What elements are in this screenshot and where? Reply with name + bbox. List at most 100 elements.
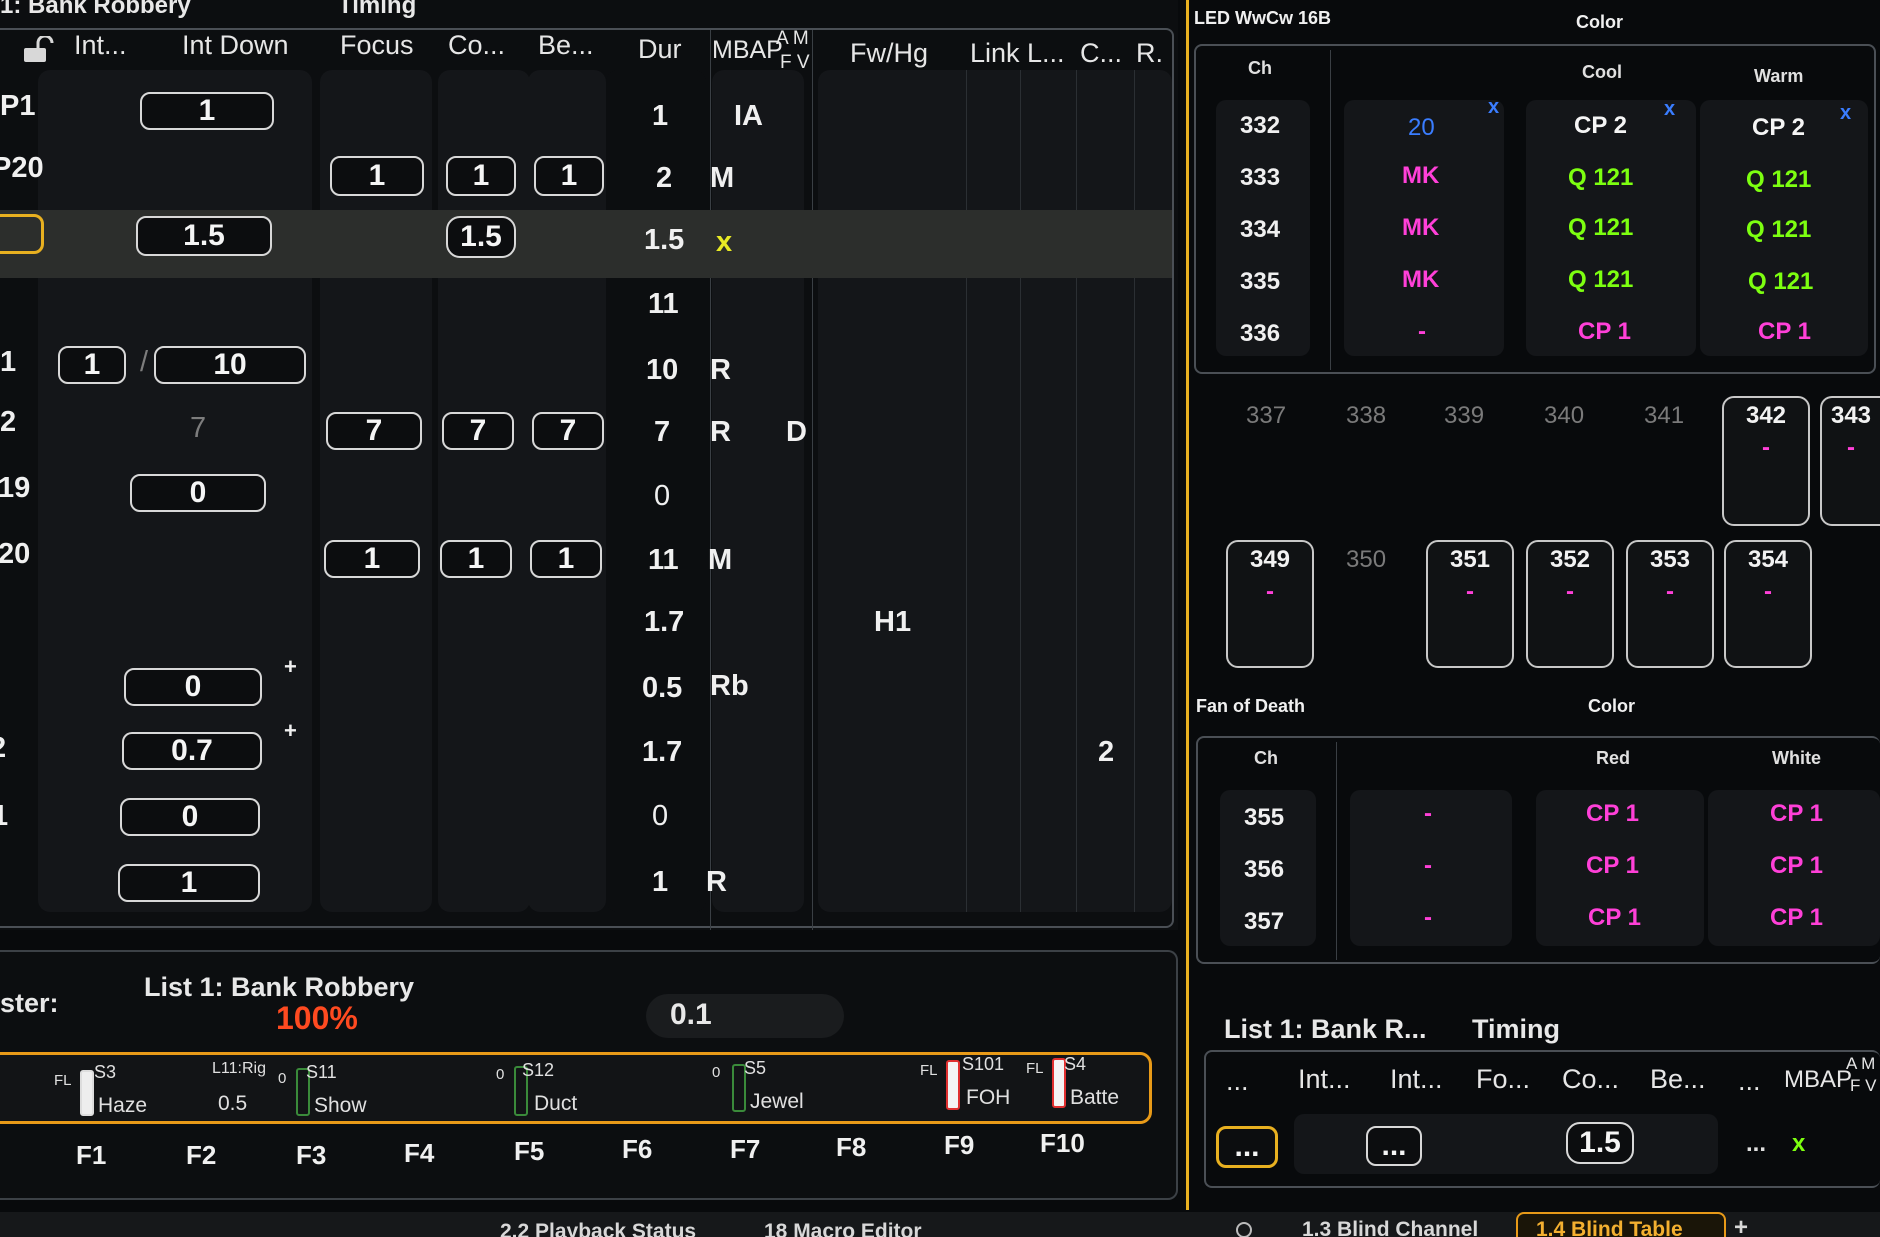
fan-header-red: Red: [1596, 748, 1631, 768]
channel-tile[interactable]: 342 -: [1722, 396, 1810, 526]
tab-playback-status[interactable]: 2.2 Playback Status: [500, 1220, 696, 1237]
header-r[interactable]: R.: [1136, 38, 1163, 69]
color-value[interactable]: 7: [442, 412, 514, 450]
int-down-value[interactable]: 10: [154, 346, 306, 384]
channel-tile[interactable]: 349 -: [1226, 540, 1314, 668]
mbap-value: M: [708, 544, 733, 576]
led-ch: 332: [1240, 112, 1281, 139]
channel-dim[interactable]: 337: [1246, 402, 1286, 430]
channel-dim[interactable]: 339: [1444, 402, 1484, 430]
focus-value[interactable]: 1: [324, 540, 420, 578]
mini-header-focus[interactable]: Fo...: [1476, 1064, 1530, 1095]
led-x-mark: x: [1840, 102, 1852, 124]
int-down-value[interactable]: 0: [124, 668, 262, 706]
fkey-f10[interactable]: F10: [1040, 1128, 1085, 1159]
fkey-f2[interactable]: F2: [186, 1140, 216, 1171]
mini-header-int[interactable]: Int...: [1298, 1064, 1351, 1095]
fader-sub: S5: [744, 1058, 767, 1078]
mini-color-value[interactable]: 1.5: [1566, 1122, 1634, 1164]
channel-tile[interactable]: 343 -: [1820, 396, 1880, 526]
beam-value[interactable]: 1: [530, 540, 602, 578]
channel-dim[interactable]: 341: [1644, 402, 1684, 430]
beam-value[interactable]: 1: [534, 156, 604, 196]
channel-dim[interactable]: 350: [1346, 546, 1386, 574]
channel-tile[interactable]: 354 -: [1724, 540, 1812, 668]
int-separator: /: [140, 346, 149, 378]
int-down-value[interactable]: 1: [118, 864, 260, 902]
fkey-f1[interactable]: F1: [76, 1140, 106, 1171]
fader-name: Haze: [98, 1094, 148, 1117]
led-value: MK: [1402, 162, 1440, 189]
dur-value: 7: [654, 416, 671, 448]
lock-icon[interactable]: [20, 34, 56, 62]
fkey-f8[interactable]: F8: [836, 1132, 866, 1163]
cue-label: P20: [0, 152, 44, 184]
mini-int-down-button[interactable]: ...: [1366, 1126, 1422, 1166]
color-value[interactable]: 1.5: [446, 216, 516, 258]
header-fwhg[interactable]: Fw/Hg: [850, 38, 928, 69]
header-beam[interactable]: Be...: [538, 30, 594, 61]
fkey-f4[interactable]: F4: [404, 1138, 434, 1169]
header-c[interactable]: C...: [1080, 38, 1122, 69]
channel-number: 349: [1249, 546, 1291, 573]
mini-header-mbap[interactable]: MBAP: [1784, 1066, 1852, 1094]
mini-cue-button[interactable]: ...: [1216, 1126, 1278, 1168]
fan-white: CP 1: [1770, 904, 1823, 931]
tab-blind-channel[interactable]: 1.3 Blind Channel: [1302, 1218, 1478, 1237]
led-header-warm: Warm: [1754, 66, 1804, 86]
beam-value[interactable]: 7: [532, 412, 604, 450]
tab-blind-table[interactable]: 1.4 Blind Table: [1536, 1218, 1683, 1237]
mini-header-int-down[interactable]: Int...: [1390, 1064, 1443, 1095]
channel-tile[interactable]: 351 -: [1426, 540, 1514, 668]
header-dur[interactable]: Dur: [638, 34, 682, 65]
selected-cue-marker[interactable]: [0, 214, 44, 254]
focus-value[interactable]: 1: [330, 156, 424, 196]
channel-dim[interactable]: 338: [1346, 402, 1386, 430]
header-color[interactable]: Co...: [448, 30, 505, 61]
led-warm: Q 121: [1746, 216, 1812, 243]
fkey-f5[interactable]: F5: [514, 1136, 544, 1167]
settings-icon[interactable]: [1232, 1218, 1256, 1237]
led-ch: 336: [1240, 320, 1281, 347]
led-warm: CP 2: [1752, 114, 1805, 141]
channel-tile[interactable]: 353 -: [1626, 540, 1714, 668]
channel-tile[interactable]: 352 -: [1526, 540, 1614, 668]
header-focus[interactable]: Focus: [340, 30, 414, 61]
int-down-value[interactable]: 1: [140, 92, 274, 130]
mini-header-beam[interactable]: Be...: [1650, 1064, 1706, 1095]
add-tab-button[interactable]: +: [1734, 1214, 1748, 1237]
header-mbap[interactable]: MBAP: [712, 36, 783, 65]
mini-header-color[interactable]: Co...: [1562, 1064, 1619, 1095]
header-link[interactable]: Link L...: [970, 38, 1065, 69]
int-down-value[interactable]: 1.5: [136, 216, 272, 256]
fkey-f9[interactable]: F9: [944, 1130, 974, 1161]
color-value[interactable]: 1: [440, 540, 512, 578]
fan-ch: 357: [1244, 908, 1285, 935]
header-int[interactable]: Int...: [74, 30, 127, 61]
fkey-f7[interactable]: F7: [730, 1134, 760, 1165]
int-down-value[interactable]: 0.7: [122, 732, 262, 770]
fan-ch: 355: [1244, 804, 1285, 831]
color-value[interactable]: 1: [446, 156, 516, 196]
fkey-f6[interactable]: F6: [622, 1134, 652, 1165]
tab-macro-editor[interactable]: 18 Macro Editor: [764, 1220, 922, 1237]
channel-value: -: [1266, 578, 1274, 605]
mini-header-cue[interactable]: ...: [1226, 1066, 1249, 1097]
int-value[interactable]: 1: [58, 346, 126, 384]
header-int-down[interactable]: Int Down: [182, 30, 289, 61]
fan-value: -: [1424, 904, 1432, 931]
int-down-value[interactable]: 0: [120, 798, 260, 836]
fader-prefix: FL: [54, 1072, 72, 1089]
channel-dim[interactable]: 340: [1544, 402, 1584, 430]
fader-name: Duct: [534, 1092, 578, 1115]
fader-sub: S4: [1064, 1054, 1087, 1074]
mini-header-more[interactable]: ...: [1738, 1066, 1761, 1097]
led-ch: 334: [1240, 216, 1281, 243]
focus-value[interactable]: 7: [326, 412, 422, 450]
fan-white: CP 1: [1770, 800, 1823, 827]
cue-label: P1: [0, 90, 36, 122]
led-cool: Q 121: [1568, 266, 1634, 293]
int-down-value[interactable]: 0: [130, 474, 266, 512]
led-warm: CP 1: [1758, 318, 1811, 345]
fkey-f3[interactable]: F3: [296, 1140, 326, 1171]
